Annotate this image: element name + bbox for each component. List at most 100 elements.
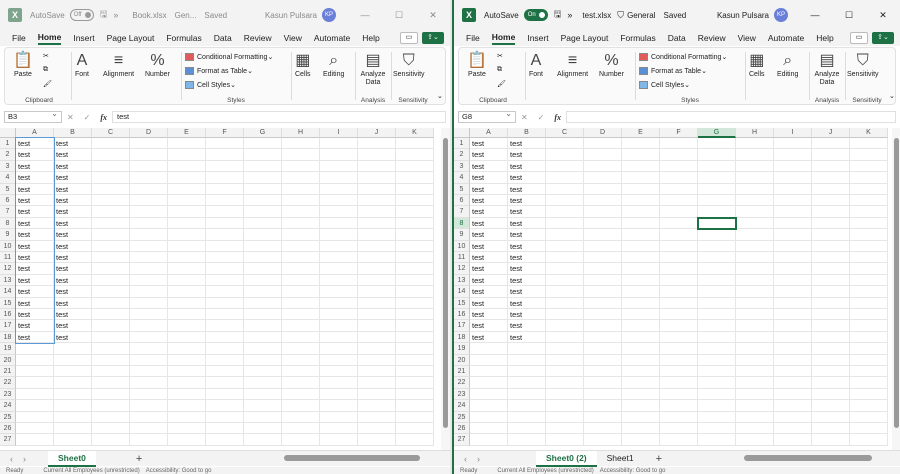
row-header[interactable]: 22 bbox=[454, 377, 470, 389]
tab-home[interactable]: Home bbox=[491, 32, 516, 45]
column-header[interactable]: K bbox=[396, 128, 434, 138]
add-sheet-icon[interactable]: + bbox=[656, 453, 662, 465]
table-cell[interactable]: test bbox=[54, 195, 92, 206]
insert-function-icon[interactable]: fx bbox=[100, 113, 107, 122]
copy-icon[interactable]: ⧉ bbox=[43, 66, 48, 74]
table-cell[interactable]: test bbox=[470, 184, 508, 195]
row-header[interactable]: 25 bbox=[0, 411, 16, 423]
column-header[interactable]: E bbox=[622, 128, 660, 138]
autosave-toggle[interactable]: On bbox=[523, 9, 548, 21]
prev-sheet-icon[interactable]: ‹ bbox=[10, 454, 13, 464]
table-cell[interactable]: test bbox=[470, 298, 508, 309]
tab-automate[interactable]: Automate bbox=[314, 33, 350, 43]
number-button[interactable]: % Number bbox=[599, 52, 624, 78]
name-box[interactable]: B3 bbox=[4, 109, 62, 123]
column-header[interactable]: J bbox=[812, 128, 850, 138]
table-cell[interactable]: test bbox=[54, 309, 92, 320]
save-icon[interactable]: 🖫 bbox=[554, 7, 562, 23]
table-cell[interactable]: test bbox=[54, 218, 92, 229]
row-header[interactable]: 10 bbox=[0, 240, 16, 252]
row-header[interactable]: 5 bbox=[454, 183, 470, 195]
row-header[interactable]: 20 bbox=[0, 354, 16, 366]
table-cell[interactable]: test bbox=[54, 229, 92, 240]
row-header[interactable]: 27 bbox=[0, 434, 16, 446]
row-header[interactable]: 1 bbox=[454, 138, 470, 150]
row-header[interactable]: 20 bbox=[454, 354, 470, 366]
table-cell[interactable]: test bbox=[470, 252, 508, 263]
row-header[interactable]: 12 bbox=[454, 263, 470, 275]
table-cell[interactable]: test bbox=[508, 149, 546, 160]
row-header[interactable]: 18 bbox=[454, 331, 470, 344]
analyze-data-button[interactable]: ▤ Analyze Data bbox=[813, 52, 841, 87]
conditional-formatting-button[interactable]: Conditional Formatting ⌄ bbox=[185, 53, 273, 61]
enter-icon[interactable]: ✓ bbox=[538, 113, 545, 122]
close-icon[interactable]: ✕ bbox=[416, 10, 450, 21]
tab-data[interactable]: Data bbox=[668, 33, 686, 43]
row-header[interactable]: 27 bbox=[454, 434, 470, 446]
tab-page-layout[interactable]: Page Layout bbox=[107, 33, 155, 43]
add-sheet-icon[interactable]: + bbox=[136, 453, 142, 465]
sensitivity-button[interactable]: ⛉ Sensitivity bbox=[393, 52, 425, 78]
minimize-icon[interactable]: — bbox=[798, 10, 832, 20]
cells-button[interactable]: ▦ Cells bbox=[295, 52, 311, 78]
table-cell[interactable]: test bbox=[54, 298, 92, 309]
number-button[interactable]: % Number bbox=[145, 52, 170, 78]
row-header[interactable]: 23 bbox=[454, 388, 470, 401]
table-cell[interactable]: test bbox=[508, 138, 546, 149]
formula-input[interactable] bbox=[566, 111, 896, 123]
row-header[interactable]: 4 bbox=[0, 172, 16, 184]
table-cell[interactable]: test bbox=[54, 149, 92, 160]
worksheet-grid[interactable]: A B C D E F G H I J K 1 2 3 4 5 6 7 8 9 10 11 12 13 14 15 16 17 18 19… bbox=[0, 128, 442, 450]
row-header[interactable]: 13 bbox=[0, 274, 16, 287]
sheet-tab[interactable]: Sheet0 bbox=[48, 450, 96, 467]
table-cell[interactable]: test bbox=[508, 286, 546, 297]
paste-button[interactable]: 📋 Paste bbox=[13, 52, 33, 78]
column-header[interactable]: F bbox=[206, 128, 244, 138]
select-all-corner[interactable] bbox=[0, 128, 16, 138]
comment-icon[interactable]: ▭ bbox=[400, 32, 418, 44]
row-header[interactable]: 10 bbox=[454, 240, 470, 252]
table-cell[interactable]: test bbox=[508, 229, 546, 240]
row-header[interactable]: 3 bbox=[454, 160, 470, 173]
share-icon[interactable]: ⇪⌄ bbox=[422, 32, 444, 44]
row-header[interactable]: 26 bbox=[454, 423, 470, 435]
column-header[interactable]: B bbox=[508, 128, 546, 138]
table-cell[interactable]: test bbox=[470, 138, 508, 149]
tab-home[interactable]: Home bbox=[37, 32, 62, 45]
table-cell[interactable]: test bbox=[508, 298, 546, 309]
row-header[interactable]: 25 bbox=[454, 411, 470, 423]
horizontal-scrollbar[interactable] bbox=[284, 455, 420, 461]
row-header[interactable]: 6 bbox=[0, 195, 16, 207]
column-header[interactable]: K bbox=[850, 128, 888, 138]
editing-button[interactable]: ⌕ Editing bbox=[323, 52, 344, 78]
alignment-button[interactable]: ≡ Alignment bbox=[103, 52, 134, 78]
table-cell[interactable]: test bbox=[470, 195, 508, 206]
collapse-ribbon-icon[interactable]: ⌄ bbox=[437, 92, 443, 100]
table-cell[interactable]: test bbox=[54, 332, 92, 343]
font-button[interactable]: A Font bbox=[75, 52, 89, 78]
name-box[interactable]: G8 bbox=[458, 109, 516, 123]
row-header[interactable]: 23 bbox=[0, 388, 16, 401]
select-all-corner[interactable] bbox=[454, 128, 470, 138]
table-cell[interactable]: test bbox=[470, 332, 508, 343]
column-header[interactable]: E bbox=[168, 128, 206, 138]
column-header[interactable]: I bbox=[320, 128, 358, 138]
status-accessibility[interactable]: Accessibility: Good to go bbox=[146, 468, 212, 474]
filename[interactable]: test.xlsx bbox=[582, 11, 611, 20]
table-cell[interactable]: test bbox=[54, 252, 92, 263]
table-cell[interactable]: test bbox=[54, 241, 92, 252]
sheet-tab[interactable]: Sheet0 (2) bbox=[536, 450, 597, 467]
row-header[interactable]: 14 bbox=[0, 286, 16, 298]
table-cell[interactable]: test bbox=[470, 309, 508, 320]
table-cell[interactable]: test bbox=[54, 138, 92, 149]
table-cell[interactable]: test bbox=[470, 161, 508, 172]
row-header[interactable]: 16 bbox=[0, 309, 16, 321]
tab-view[interactable]: View bbox=[738, 33, 756, 43]
comment-icon[interactable]: ▭ bbox=[850, 32, 868, 44]
table-cell[interactable]: test bbox=[470, 206, 508, 217]
maximize-icon[interactable]: ☐ bbox=[832, 10, 866, 21]
row-header[interactable]: 19 bbox=[0, 343, 16, 355]
close-icon[interactable]: ✕ bbox=[866, 10, 900, 21]
tab-insert[interactable]: Insert bbox=[527, 33, 548, 43]
font-button[interactable]: A Font bbox=[529, 52, 543, 78]
